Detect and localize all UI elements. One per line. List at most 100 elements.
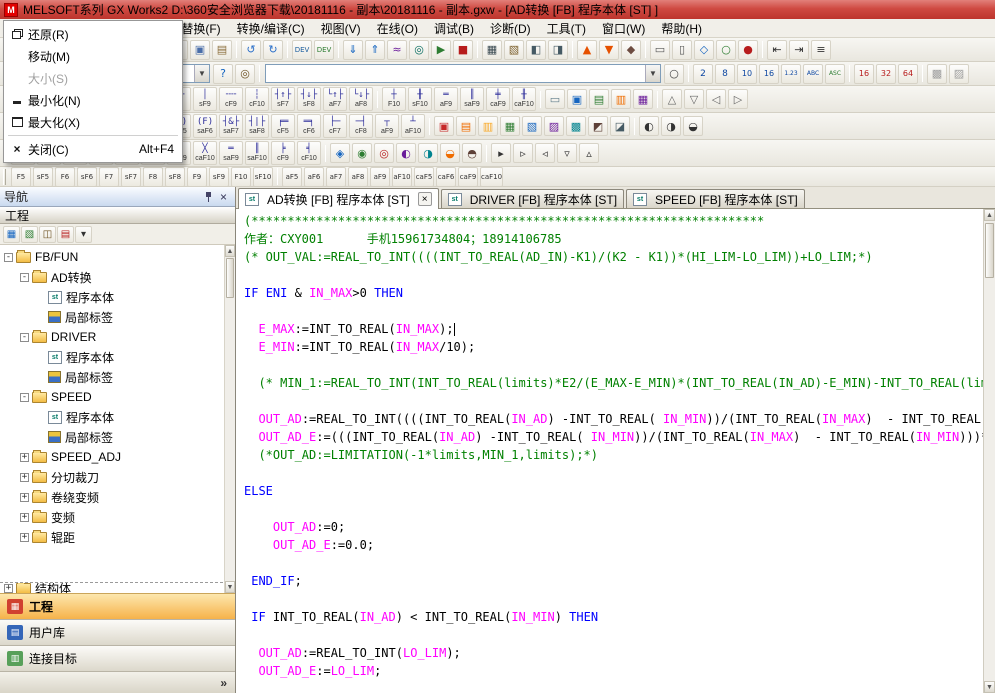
read-mode-icon[interactable]: ▤: [589, 89, 609, 109]
document-tab[interactable]: stSPEED [FB] 程序本体 [ST]: [626, 189, 805, 208]
fkey-f6-button[interactable]: F6: [55, 167, 75, 187]
word-16bit-icon[interactable]: 16: [854, 64, 874, 84]
binary-display-icon[interactable]: 2: [693, 64, 713, 84]
filter-tree-icon[interactable]: ▦: [3, 226, 20, 243]
tree-item[interactable]: 局部标签: [0, 427, 223, 447]
erase-hline-icon[interactable]: ╪caF9: [486, 87, 510, 111]
collapse-all-icon[interactable]: ◫: [39, 226, 56, 243]
statement-icon[interactable]: ▭: [650, 40, 670, 60]
decimal-display-icon[interactable]: 10: [737, 64, 757, 84]
left-rail-icon[interactable]: ╞cF9: [271, 141, 295, 165]
rising-pulse-branch-icon[interactable]: └↑├aF7: [323, 87, 347, 111]
collapse-icon[interactable]: -: [20, 273, 29, 282]
tee-down-icon[interactable]: ┬aF9: [375, 114, 399, 138]
collapse-icon[interactable]: -: [20, 393, 29, 402]
online-change-icon[interactable]: ▨: [544, 116, 564, 136]
address-combobox[interactable]: ▼: [265, 64, 661, 83]
fkey-sf7-button[interactable]: sF7: [121, 167, 141, 187]
scroll-down-icon[interactable]: ▼: [984, 681, 995, 693]
rung-end-icon[interactable]: ═╕cF6: [297, 114, 321, 138]
device-list-icon[interactable]: ▧: [504, 40, 524, 60]
sort-icon[interactable]: ▧: [21, 226, 38, 243]
monitor-start-icon[interactable]: ▶: [431, 40, 451, 60]
fkey-f8-button[interactable]: F8: [143, 167, 163, 187]
menu-item[interactable]: 窗口(W): [594, 19, 653, 38]
real-display-icon[interactable]: 1.23: [781, 64, 801, 84]
toggle-statement-icon[interactable]: ◑: [661, 116, 681, 136]
next-window-icon[interactable]: ▽: [684, 89, 704, 109]
more-buttons-chevron[interactable]: »: [220, 676, 227, 690]
system-menu-item[interactable]: 最大化(X): [6, 111, 180, 133]
menu-item[interactable]: 诊断(D): [482, 19, 539, 38]
collapse-icon[interactable]: -: [4, 253, 13, 262]
rising-pulse-icon[interactable]: ┤↑├sF7: [271, 87, 295, 111]
stop-monitor-icon[interactable]: ◎: [374, 143, 394, 163]
delete-cross-icon[interactable]: ╳caF10: [193, 141, 217, 165]
qword-64bit-icon[interactable]: 64: [898, 64, 918, 84]
delete-line-icon[interactable]: ╂sF10: [408, 87, 432, 111]
nav-button-user-library[interactable]: ▤用户库: [0, 619, 235, 645]
tree-item[interactable]: +变频: [0, 507, 223, 527]
or-block-icon[interactable]: ┤|├saF8: [245, 114, 269, 138]
watch1-icon[interactable]: ◐: [396, 143, 416, 163]
dock-left-icon[interactable]: ⇤: [767, 40, 787, 60]
find-icon[interactable]: ◎: [235, 64, 255, 84]
tree-item[interactable]: -SPEED: [0, 387, 223, 407]
system-menu-item[interactable]: 移动(M): [6, 45, 180, 67]
watch2-icon[interactable]: ◑: [418, 143, 438, 163]
step-run-icon[interactable]: ▸: [491, 143, 511, 163]
draw-hline-icon[interactable]: ═aF9: [434, 87, 458, 111]
write-to-plc-icon[interactable]: ⇓: [343, 40, 363, 60]
display-option-icon[interactable]: ▩: [927, 64, 947, 84]
tee-up-icon[interactable]: ┴aF10: [401, 114, 425, 138]
forward-icon[interactable]: ▷: [728, 89, 748, 109]
fkey-f10-button[interactable]: F10: [231, 167, 251, 187]
watch-window-icon[interactable]: ◧: [526, 40, 546, 60]
check-program-icon[interactable]: ▥: [478, 116, 498, 136]
copy-icon[interactable]: ▣: [190, 40, 210, 60]
fkey-caf9-button[interactable]: caF9: [458, 167, 478, 187]
expand-icon[interactable]: +: [20, 493, 29, 502]
fkey-sf9-button[interactable]: sF9: [209, 167, 229, 187]
falling-pulse-branch-icon[interactable]: └↓├aF8: [349, 87, 373, 111]
vertical-line-icon[interactable]: │sF9: [193, 87, 217, 111]
skip-icon[interactable]: ▵: [579, 143, 599, 163]
fkey-sf6-button[interactable]: sF6: [77, 167, 97, 187]
display-option2-icon[interactable]: ▨: [949, 64, 969, 84]
scroll-down-icon[interactable]: ▼: [225, 581, 235, 593]
scroll-thumb[interactable]: [985, 223, 994, 278]
draw-vline-icon[interactable]: ║saF9: [460, 87, 484, 111]
device-memory-icon[interactable]: DEV: [314, 40, 334, 60]
toggle-comment-icon[interactable]: ◐: [639, 116, 659, 136]
menu-item[interactable]: 视图(V): [313, 19, 369, 38]
branch-end-icon[interactable]: ─┤cF8: [349, 114, 373, 138]
fkey-f7-button[interactable]: F7: [99, 167, 119, 187]
tree-item[interactable]: -AD转换: [0, 267, 223, 287]
expand-icon[interactable]: +: [20, 453, 29, 462]
st-code-text[interactable]: (***************************************…: [236, 209, 983, 693]
fkey-sf8-button[interactable]: sF8: [165, 167, 185, 187]
build-icon[interactable]: ▦: [500, 116, 520, 136]
note-icon[interactable]: ▯: [672, 40, 692, 60]
redo-icon[interactable]: ↻: [263, 40, 283, 60]
fkey-af6-button[interactable]: aF6: [304, 167, 324, 187]
fkey-af7-button[interactable]: aF7: [326, 167, 346, 187]
rung-start-icon[interactable]: ╒═cF5: [271, 114, 295, 138]
monitor-stop-icon[interactable]: ■: [453, 40, 473, 60]
fkey-af5-button[interactable]: aF5: [282, 167, 302, 187]
fkey-af9-button[interactable]: aF9: [370, 167, 390, 187]
transfer-setup-icon[interactable]: ▩: [566, 116, 586, 136]
tree-item[interactable]: +SPEED_ADJ: [0, 447, 223, 467]
pin-button[interactable]: [201, 189, 216, 204]
verify-icon[interactable]: ≈: [387, 40, 407, 60]
tree-item[interactable]: +结构体: [0, 582, 223, 593]
menu-item[interactable]: 转换/编译(C): [229, 19, 313, 38]
screen-up-icon[interactable]: ▲: [577, 40, 597, 60]
menu-item[interactable]: 调试(B): [426, 19, 482, 38]
system-menu-item[interactable]: 还原(R): [6, 23, 180, 45]
read-from-plc-icon[interactable]: ⇑: [365, 40, 385, 60]
double-vline-icon[interactable]: ║saF10: [245, 141, 269, 165]
monitor-icon[interactable]: ◎: [409, 40, 429, 60]
breakpoint-icon[interactable]: ▿: [557, 143, 577, 163]
edit-line-icon[interactable]: ┼F10: [382, 87, 406, 111]
